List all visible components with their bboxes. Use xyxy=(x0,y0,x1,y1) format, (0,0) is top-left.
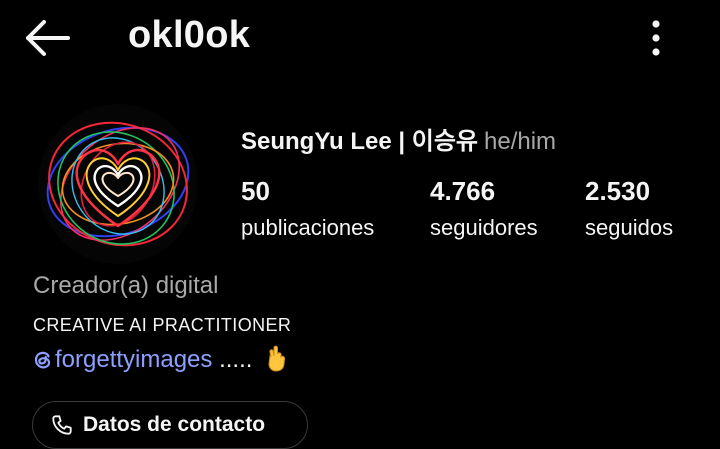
profile-avatar[interactable] xyxy=(38,104,198,264)
pronouns: he/him xyxy=(484,128,557,155)
stat-posts-value: 50 xyxy=(241,176,270,206)
stat-followers-value: 4.766 xyxy=(430,176,496,206)
profile-category: Creador(a) digital xyxy=(33,272,219,299)
kebab-menu-icon xyxy=(652,20,660,56)
threads-icon xyxy=(34,351,51,369)
stat-followers-label: seguidores xyxy=(430,215,538,240)
threads-suffix: ..... xyxy=(219,346,253,373)
threads-handle: forgettyimages xyxy=(55,346,213,373)
stat-followers[interactable]: 4.766 seguidores xyxy=(430,176,538,241)
stat-posts-label: publicaciones xyxy=(241,215,375,240)
stat-following-value: 2.530 xyxy=(585,176,651,206)
stat-following[interactable]: 2.530 seguidos xyxy=(585,176,673,241)
profile-username: okl0ok xyxy=(128,14,251,56)
crossed-fingers-emoji xyxy=(265,344,287,379)
threads-row: forgettyimages ..... xyxy=(33,344,287,379)
stat-following-label: seguidos xyxy=(585,215,674,240)
arrow-left-icon xyxy=(26,20,70,56)
back-button[interactable] xyxy=(22,16,74,60)
phone-icon xyxy=(52,415,72,435)
threads-link[interactable]: forgettyimages xyxy=(33,346,212,373)
stat-posts[interactable]: 50 publicaciones xyxy=(241,176,374,241)
top-app-bar: okl0ok xyxy=(0,0,720,76)
contact-info-button[interactable]: Datos de contacto xyxy=(32,401,308,449)
options-menu-button[interactable] xyxy=(640,16,672,60)
profile-bio: CREATIVE AI PRACTITIONER xyxy=(33,315,292,335)
display-name-text: SeungYu Lee | 이승유 xyxy=(241,128,478,155)
contact-info-label: Datos de contacto xyxy=(83,413,266,436)
profile-display-name: SeungYu Lee | 이승유 he/him xyxy=(241,121,556,156)
neon-heart-avatar xyxy=(38,104,198,264)
